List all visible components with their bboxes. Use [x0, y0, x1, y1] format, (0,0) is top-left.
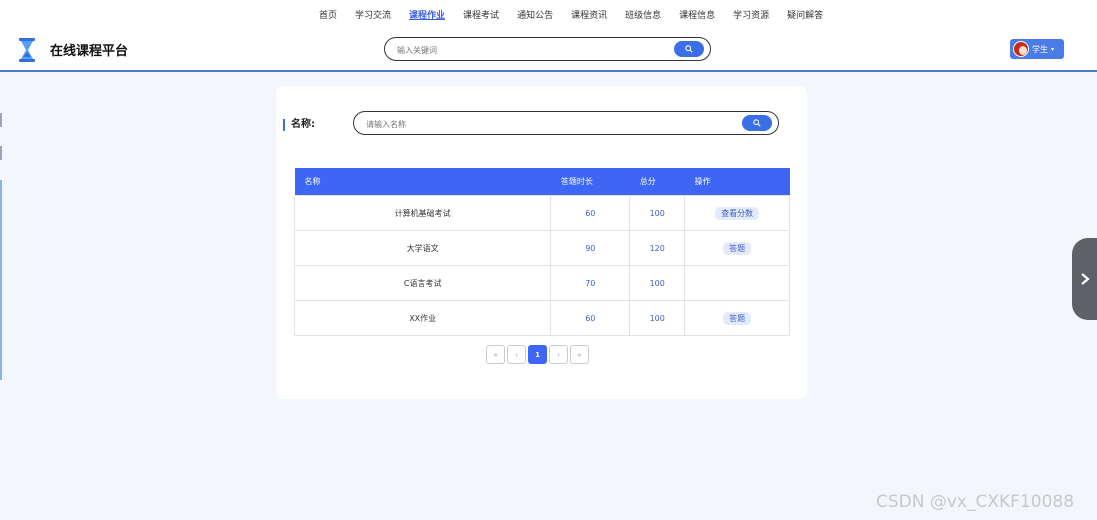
- name-filter-input[interactable]: [364, 116, 738, 132]
- chevron-down-icon: ▾: [1051, 45, 1055, 53]
- cell-score: 100: [629, 195, 686, 231]
- cell-name: C语言考试: [293, 265, 552, 301]
- avatar: [1013, 41, 1029, 57]
- cell-duration: 60: [550, 195, 631, 231]
- cell-duration: 60: [550, 300, 631, 336]
- user-role-label: 学生: [1032, 44, 1048, 54]
- header-search-box: [384, 37, 711, 61]
- table-header-row: 名称 答题时长 总分 操作: [294, 168, 790, 196]
- side-panel-toggle[interactable]: [1072, 238, 1097, 320]
- watermark: CSDN @vx_CXKF10088: [876, 492, 1075, 512]
- last-page-button[interactable]: »: [570, 345, 589, 364]
- table-row: 大学语文 90 120 答题: [293, 230, 790, 266]
- hourglass-icon: [19, 38, 35, 62]
- next-page-button[interactable]: ›: [549, 345, 568, 364]
- exam-table: 名称 答题时长 总分 操作 计算机基础考试 60 100 查看分数 大学语文 9…: [293, 168, 790, 336]
- cell-duration: 90: [550, 230, 631, 266]
- table-row: XX作业 60 100 答题: [293, 300, 790, 336]
- page-button-current[interactable]: 1: [528, 345, 547, 364]
- header-search-button[interactable]: [674, 41, 704, 57]
- nav-item-learning-exchange[interactable]: 学习交流: [346, 9, 400, 23]
- name-filter-search-button[interactable]: [742, 115, 772, 131]
- table-row: 计算机基础考试 60 100 查看分数: [293, 195, 790, 231]
- cell-name: XX作业: [293, 300, 552, 336]
- chevron-right-icon: [1080, 273, 1090, 285]
- left-edge-mark: [0, 146, 2, 160]
- answer-button[interactable]: 答题: [723, 311, 752, 325]
- cell-action: 答题: [684, 230, 790, 266]
- nav-item-course-news[interactable]: 课程资讯: [562, 9, 616, 23]
- cell-score: 120: [629, 230, 686, 266]
- nav-item-notices[interactable]: 通知公告: [508, 9, 562, 23]
- site-title: 在线课程平台: [50, 44, 129, 59]
- search-icon: [753, 119, 761, 127]
- cell-action: [684, 265, 790, 301]
- main-nav: 首页 学习交流 课程作业 课程考试 通知公告 课程资讯 班级信息 课程信息 学习…: [310, 9, 832, 23]
- view-score-button[interactable]: 查看分数: [715, 206, 760, 220]
- cell-action: 答题: [684, 300, 790, 336]
- cell-score: 100: [629, 265, 686, 301]
- name-filter-label: 名称:: [283, 119, 315, 131]
- nav-item-course-info[interactable]: 课程信息: [670, 9, 724, 23]
- search-icon: [685, 45, 693, 53]
- cell-action: 查看分数: [684, 195, 790, 231]
- cell-name: 计算机基础考试: [293, 195, 552, 231]
- header-search-input[interactable]: [395, 42, 669, 58]
- nav-item-learning-resources[interactable]: 学习资源: [724, 9, 778, 23]
- cell-score: 100: [629, 300, 686, 336]
- first-page-button[interactable]: «: [486, 345, 505, 364]
- answer-button[interactable]: 答题: [723, 241, 752, 255]
- nav-item-qa[interactable]: 疑问解答: [778, 9, 832, 23]
- nav-item-class-info[interactable]: 班级信息: [616, 9, 670, 23]
- left-edge-mark: [0, 113, 2, 127]
- pagination: « ‹ 1 › »: [486, 345, 589, 364]
- column-header-name: 名称: [294, 168, 551, 196]
- table-row: C语言考试 70 100: [293, 265, 790, 301]
- column-header-score: 总分: [629, 168, 685, 196]
- name-filter-box: [353, 111, 779, 135]
- top-bar: 首页 学习交流 课程作业 课程考试 通知公告 课程资讯 班级信息 课程信息 学习…: [0, 0, 1097, 72]
- column-header-action: 操作: [684, 168, 790, 196]
- nav-item-home[interactable]: 首页: [310, 9, 346, 23]
- column-header-duration: 答题时长: [550, 168, 630, 196]
- left-edge-bar: [0, 180, 2, 380]
- cell-duration: 70: [550, 265, 631, 301]
- prev-page-button[interactable]: ‹: [507, 345, 526, 364]
- nav-item-course-exam[interactable]: 课程考试: [454, 9, 508, 23]
- nav-item-course-homework[interactable]: 课程作业: [400, 9, 454, 23]
- user-menu-button[interactable]: 学生 ▾: [1010, 39, 1064, 59]
- cell-name: 大学语文: [293, 230, 552, 266]
